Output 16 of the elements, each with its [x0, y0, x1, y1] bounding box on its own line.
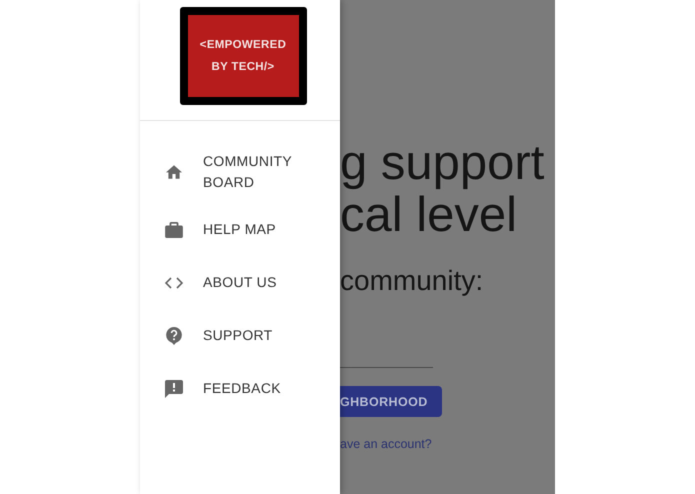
help-icon — [166, 326, 182, 344]
briefcase-icon — [165, 222, 183, 238]
home-icon — [166, 165, 182, 179]
logo-text: BY TECH/> — [212, 61, 274, 73]
heading-text: g support — [340, 137, 546, 189]
subheading-text: community: — [340, 265, 484, 297]
drawer-item[interactable]: HELP MAP — [140, 203, 340, 256]
drawer-item[interactable]: FEEDBACK — [140, 362, 340, 415]
feedback-icon — [165, 380, 183, 398]
drawer-item[interactable]: ABOUT US — [140, 256, 340, 309]
logo-text: <EMPOWERED — [200, 39, 286, 51]
drawer-item[interactable]: SUPPORT — [140, 309, 340, 362]
code-icon — [165, 276, 183, 288]
drawer-item[interactable]: COMMUNITY BOARD — [140, 141, 340, 203]
neighborhood-button[interactable]: GHBORHOOD — [340, 386, 442, 417]
heading-text: cal level — [340, 189, 518, 241]
